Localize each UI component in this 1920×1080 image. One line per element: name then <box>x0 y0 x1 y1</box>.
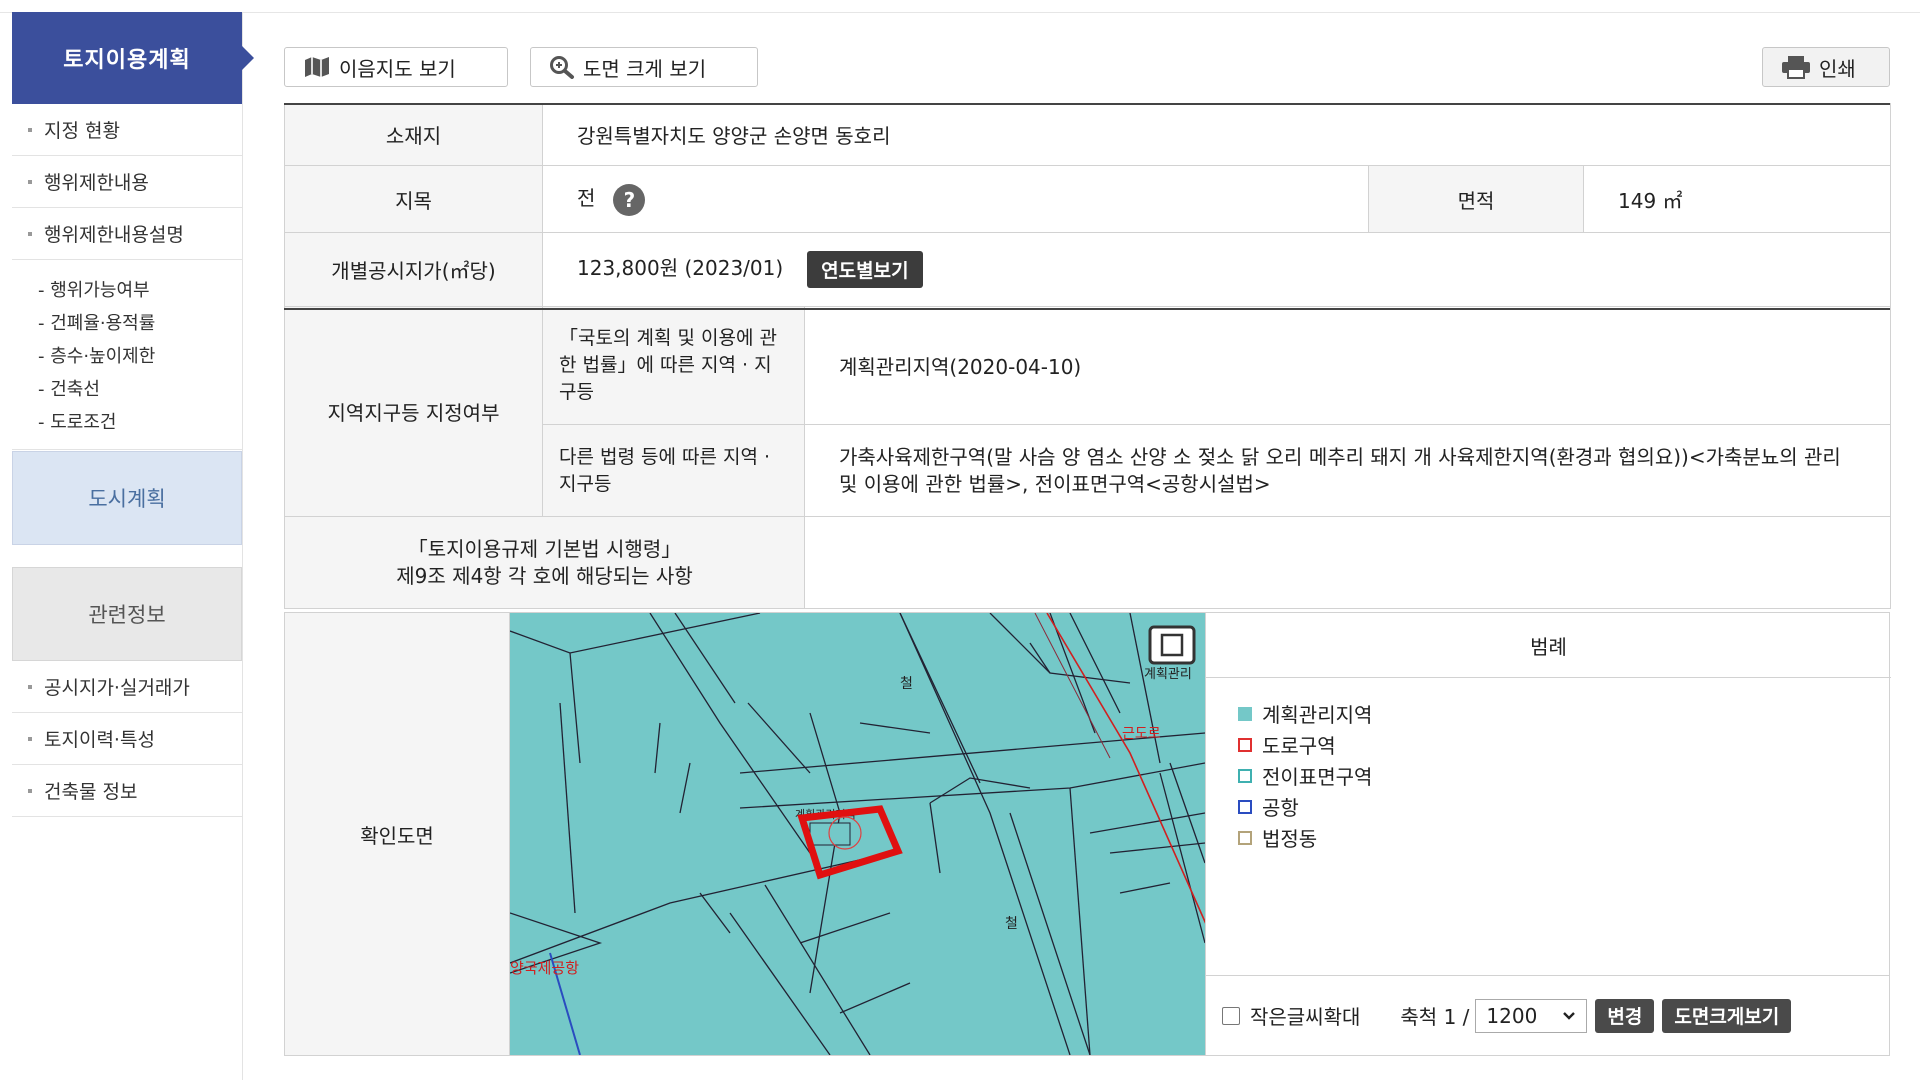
legend-label: 전이표면구역 <box>1262 765 1373 789</box>
decree-label: 「토지이용규제 기본법 시행령」 제9조 제4항 각 호에 해당되는 사항 <box>284 516 805 609</box>
legend-item: 전이표면구역 <box>1238 760 1891 791</box>
sidebar-item-history[interactable]: 토지이력·특성 <box>12 713 242 765</box>
legend-item: 계획관리지역 <box>1238 698 1891 729</box>
sidebar-sub-item-permitted[interactable]: - 행위가능여부 <box>12 274 242 307</box>
sidebar-item-building[interactable]: 건축물 정보 <box>12 765 242 817</box>
sidebar-header[interactable]: 토지이용계획 <box>12 12 254 104</box>
map-text-airport: 양국제공항 <box>510 959 579 977</box>
decree-label-line2: 제9조 제4항 각 호에 해당되는 사항 <box>396 563 693 588</box>
scale-value: 1200 <box>1486 1003 1538 1028</box>
sidebar-item-restriction-desc[interactable]: 행위제한내용설명 <box>12 208 242 260</box>
legend-swatch <box>1238 768 1252 783</box>
area-label: 면적 <box>1368 165 1584 233</box>
legend-item: 법정동 <box>1238 822 1891 853</box>
small-text-label: 작은글씨확대 <box>1250 1005 1361 1029</box>
sidebar-city-plan[interactable]: 도시계획 <box>12 451 242 545</box>
land-category-label: 지목 <box>284 165 543 233</box>
map-text-plan-zone: 계획관리 <box>1144 667 1192 682</box>
legend-swatch <box>1238 706 1252 721</box>
zone-row2-label: 다른 법령 등에 따른 지역 · 지구등 <box>542 424 805 517</box>
table-row: 지목 전? 면적 149 ㎡ <box>284 165 1892 233</box>
legend-title: 범례 <box>1206 613 1891 678</box>
map-text-railway-top: 철 <box>900 676 913 692</box>
decree-label-line1: 「토지이용규제 기본법 시행령」 <box>407 536 682 561</box>
area-value: 149 ㎡ <box>1582 165 1892 233</box>
zone-row1-value: 계획관리지역(2020-04-10) <box>803 306 1892 425</box>
price-value: 123,800원 (2023/01) <box>577 256 784 280</box>
decree-value <box>803 516 1892 609</box>
map-text-road: 근도로 <box>1122 726 1161 742</box>
zone-label: 지역지구등 지정여부 <box>284 306 543 517</box>
map-icon <box>305 57 329 77</box>
sidebar-sub-item-coverage[interactable]: - 건폐율·용적률 <box>12 307 242 340</box>
table-top-border <box>284 103 1890 105</box>
legend-label: 계획관리지역 <box>1262 703 1373 727</box>
help-icon[interactable]: ? <box>613 183 646 216</box>
scale-change-button[interactable]: 변경 <box>1595 998 1655 1033</box>
zoom-map-label: 도면 크게 보기 <box>583 56 707 81</box>
map-section: 확인도면 계획관리 근도로 양국제공항 철 철 계획관리지역 범례 계획관리지역… <box>284 612 1891 1056</box>
legend-list: 계획관리지역 도로구역 전이표면구역 공항 법정동 <box>1206 678 1891 853</box>
zone-row2-value: 가축사육제한구역(말 사슴 양 염소 산양 소 젖소 닭 오리 메추리 돼지 개… <box>803 424 1892 517</box>
map-view-label: 이음지도 보기 <box>339 56 456 81</box>
land-category-value: 전 <box>577 186 596 211</box>
table-row: 「토지이용규제 기본법 시행령」 제9조 제4항 각 호에 해당되는 사항 <box>284 516 1892 609</box>
year-view-button[interactable]: 연도별보기 <box>807 251 923 288</box>
map-text-railway-bottom: 철 <box>1005 916 1018 932</box>
table-row: 지역지구등 지정여부 「국토의 계획 및 이용에 관한 법률」에 따른 지역 ·… <box>284 306 1892 517</box>
sidebar-sub-item-road[interactable]: - 도로조건 <box>12 406 242 439</box>
map-label: 확인도면 <box>285 613 510 1055</box>
price-cell: 123,800원 (2023/01) 연도별보기 <box>541 232 1892 307</box>
land-category-cell: 전? <box>542 165 1369 233</box>
price-label: 개별공시지가(㎡당) <box>284 232 543 307</box>
scale-select[interactable]: 1200 <box>1475 998 1588 1033</box>
table-row: 소재지 강원특별자치도 양양군 손양면 동호리 <box>284 103 1892 166</box>
sidebar-sub-item-height[interactable]: - 층수·높이제한 <box>12 340 242 373</box>
zoom-icon <box>550 56 574 79</box>
legend-item: 공항 <box>1238 791 1891 822</box>
legend-swatch <box>1238 799 1252 814</box>
legend-label: 도로구역 <box>1262 734 1336 758</box>
zoom-map-button[interactable]: 도면 크게 보기 <box>530 47 758 87</box>
zone-row1-label: 「국토의 계획 및 이용에 관한 법률」에 따른 지역 · 지구등 <box>542 306 805 425</box>
map-view-button[interactable]: 이음지도 보기 <box>284 47 508 87</box>
sidebar-item-restrictions[interactable]: 행위제한내용 <box>12 156 242 208</box>
table-row: 개별공시지가(㎡당) 123,800원 (2023/01) 연도별보기 <box>284 232 1892 307</box>
legend-swatch <box>1238 737 1252 752</box>
print-label: 인쇄 <box>1819 56 1856 81</box>
legend-swatch <box>1238 830 1252 845</box>
map-viewer[interactable]: 계획관리 근도로 양국제공항 철 철 계획관리지역 <box>510 613 1205 1055</box>
enlarge-map-button[interactable]: 도면크게보기 <box>1662 998 1792 1033</box>
sidebar-related-info[interactable]: 관련정보 <box>12 567 242 661</box>
map-controls: 작은글씨확대 축척 1 / 1200 변경 도면크게보기 <box>1205 975 1890 1055</box>
printer-icon <box>1782 56 1810 79</box>
sidebar: 토지이용계획 지정 현황 행위제한내용 행위제한내용설명 - 행위가능여부 - … <box>12 12 254 1080</box>
table-mid-border <box>284 308 1890 310</box>
sidebar-sub-item-building-line[interactable]: - 건축선 <box>12 373 242 406</box>
location-value: 강원특별자치도 양양군 손양면 동호리 <box>541 103 1892 166</box>
print-button[interactable]: 인쇄 <box>1762 47 1890 87</box>
map-drawing: 계획관리 근도로 양국제공항 철 철 계획관리지역 <box>510 613 1205 1055</box>
sidebar-sub-list: - 행위가능여부 - 건폐율·용적률 - 층수·높이제한 - 건축선 - 도로조… <box>12 260 242 450</box>
sidebar-item-designation[interactable]: 지정 현황 <box>12 104 242 156</box>
land-info-table: 소재지 강원특별자치도 양양군 손양면 동호리 지목 전? 면적 149 ㎡ 개… <box>284 103 1892 609</box>
legend-label: 공항 <box>1262 796 1299 820</box>
legend-item: 도로구역 <box>1238 729 1891 760</box>
legend-label: 법정동 <box>1262 827 1318 851</box>
sidebar-item-price[interactable]: 공시지가·실거래가 <box>12 661 242 713</box>
scale-label: 축척 1 / <box>1400 1005 1470 1029</box>
small-text-checkbox[interactable] <box>1222 1006 1240 1025</box>
legend: 범례 계획관리지역 도로구역 전이표면구역 공항 법정동 <box>1205 613 1891 975</box>
location-label: 소재지 <box>284 103 543 166</box>
chevron-down-icon <box>1563 1011 1576 1020</box>
